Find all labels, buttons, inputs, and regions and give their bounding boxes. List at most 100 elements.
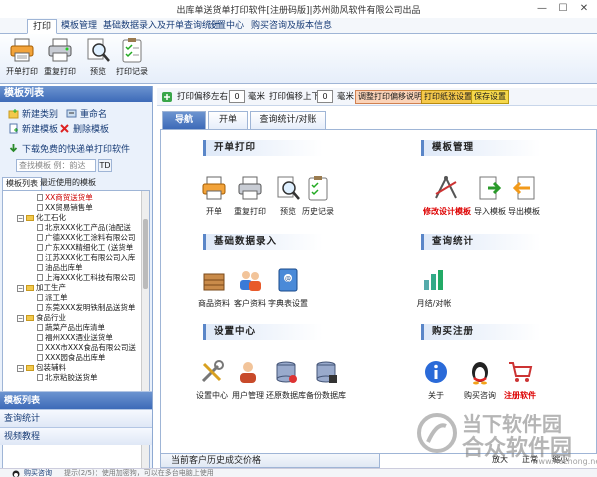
users-icon	[240, 271, 261, 291]
tree-node[interactable]: 上海XXX化工科技有限公司	[37, 273, 135, 282]
section-basic-data: 基础数据录入	[203, 234, 323, 250]
user-icon	[240, 362, 256, 383]
tree-node[interactable]: 广东XXX精细化工 (送货单	[37, 243, 133, 252]
rename-button[interactable]: 重命名	[66, 107, 107, 120]
unit-mm: 毫米	[248, 92, 266, 102]
menu-tab-template[interactable]: 模板管理	[56, 19, 102, 34]
section-purchase-register: 购买注册	[421, 324, 541, 340]
navigation-panel: 开单打印 开单 重复打印 预览 历史记录 模板管理 修改设计模板 导入模板 导出…	[160, 129, 597, 454]
tree-node[interactable]: XX贸易销售单	[37, 203, 93, 212]
folder-icon	[26, 215, 34, 221]
svg-text:@: @	[285, 276, 291, 283]
content-tabs: 导航 开单 查询统计/对账	[160, 111, 597, 129]
new-folder-icon	[8, 109, 19, 119]
tree-node[interactable]: 北京粘胶送货单	[37, 373, 98, 382]
collapse-icon[interactable]: −	[17, 215, 24, 222]
template-search-input[interactable]: 查找模板 例：韵达	[16, 159, 96, 172]
tree-node[interactable]: 福州XXX酒业送货单	[37, 333, 113, 342]
adjust-offset-help-button[interactable]: 调整打印偏移说明	[355, 90, 425, 104]
section-template-management: 模板管理	[421, 140, 541, 156]
title-bar: 出库单送货单打印软件[注册码版]|苏州勋风软件有限公司出品 — ☐ ✕	[0, 0, 597, 18]
ribbon-label: 打印记录	[116, 67, 148, 76]
nav-dictionary-button[interactable]: @ 字典表设置	[265, 266, 311, 309]
close-button[interactable]: ✕	[577, 2, 591, 15]
tree-folder[interactable]: − 食品行业	[17, 313, 66, 322]
maximize-button[interactable]: ☐	[556, 2, 570, 15]
nav-history-button[interactable]: 历史记录	[295, 174, 341, 217]
nav-export-template-button[interactable]: 导出模板	[501, 174, 547, 217]
window-title: 出库单送货单打印软件[注册码版]|苏州勋风软件有限公司出品	[176, 6, 421, 16]
section-query-stats[interactable]: 查询统计	[0, 409, 152, 427]
design-tools-icon	[435, 175, 457, 199]
ribbon-print-log-button[interactable]: 打印记录	[112, 36, 152, 82]
menu-tab-print[interactable]: 打印	[27, 19, 58, 34]
status-consult-link[interactable]: 购买咨询	[24, 469, 52, 477]
menu-tab-settings[interactable]: 设置中心	[203, 19, 249, 34]
offset-lr-input[interactable]: 0	[229, 90, 245, 103]
tree-node[interactable]: XXX市XXX食品有限公司送	[37, 343, 136, 352]
qq-penguin-icon	[472, 362, 488, 385]
tree-node[interactable]: 蔬菜产品出库清单	[37, 323, 105, 332]
download-link[interactable]: 下载免费的快递单打印软件	[8, 142, 130, 155]
ribbon-label: 重复打印	[44, 67, 76, 76]
folder-icon	[26, 315, 34, 321]
section-template-list[interactable]: 模板列表	[0, 391, 152, 409]
new-template-button[interactable]: 新建模板	[8, 122, 58, 135]
watermark-url: www.hezhong.net	[532, 457, 597, 466]
chart-icon	[424, 270, 443, 290]
tree-node[interactable]: 江苏XXX化工有限公司入库	[37, 253, 135, 262]
tab-navigation[interactable]: 导航	[162, 111, 206, 129]
section-query-statistics: 查询统计	[421, 234, 541, 250]
collapse-icon[interactable]: −	[17, 315, 24, 322]
nav-about-button[interactable]: 关于	[413, 358, 459, 401]
tab-issue[interactable]: 开单	[208, 111, 248, 129]
paper-settings-button[interactable]: 打印纸张设置	[421, 90, 475, 104]
document-icon	[37, 224, 43, 231]
ribbon-issue-print-button[interactable]: 开单打印	[2, 36, 42, 82]
tree-node[interactable]: XXX园食品出库单	[37, 353, 105, 362]
collapse-icon[interactable]: −	[17, 285, 24, 292]
new-category-button[interactable]: 新建类别	[8, 107, 58, 120]
nav-monthly-reconcile-button[interactable]: 月结/对帐	[411, 266, 457, 309]
printer-icon	[10, 38, 34, 62]
document-icon	[37, 374, 43, 381]
tab-query-reconcile[interactable]: 查询统计/对账	[250, 111, 326, 129]
save-settings-button[interactable]: 保存设置	[471, 90, 509, 104]
ribbon-label: 开单打印	[6, 67, 38, 76]
collapse-icon[interactable]: −	[17, 365, 24, 372]
offset-ud-input[interactable]: 0	[317, 90, 333, 103]
printer-icon	[202, 176, 226, 200]
magnifier-icon	[87, 38, 110, 62]
template-search-button[interactable]: TD	[98, 159, 112, 172]
section-video-tutorial[interactable]: 视频教程	[0, 427, 152, 445]
delete-template-button[interactable]: 删除模板	[59, 122, 109, 135]
tree-node[interactable]: 东莞XXX发明铁制品送货单	[37, 303, 135, 312]
reprint-icon	[238, 176, 262, 200]
tree-node[interactable]: 油品出库单	[37, 263, 83, 272]
menu-tab-purchase[interactable]: 购买咨询及版本信息	[246, 19, 337, 34]
nav-register-button[interactable]: 注册软件	[497, 358, 543, 401]
tree-folder[interactable]: − 化工石化	[17, 213, 66, 222]
tree-node[interactable]: 派工单	[37, 293, 68, 302]
document-icon	[37, 204, 43, 211]
tree-folder[interactable]: − 包装辅料	[17, 363, 66, 372]
scrollbar-thumb[interactable]	[143, 219, 148, 289]
tree-node[interactable]: XX商贸送货单	[37, 193, 93, 202]
document-icon	[37, 274, 43, 281]
tab-recent-templates[interactable]: 最近使用的模板	[37, 177, 99, 190]
document-icon	[37, 324, 43, 331]
tab-template-list[interactable]: 模板列表	[2, 177, 42, 190]
tree-node[interactable]: 广德XXX化工涂料有限公司	[37, 233, 135, 242]
clipboard-icon	[122, 38, 142, 63]
ribbon-reprint-button[interactable]: 重复打印	[40, 36, 80, 82]
offset-ud-label: 打印偏移上下	[269, 92, 321, 102]
info-icon	[425, 361, 447, 383]
nav-backup-db-button[interactable]: 备份数据库	[303, 358, 349, 401]
minimize-button[interactable]: —	[535, 2, 549, 15]
tree-node[interactable]: 北京XXX化工产品(油配送	[37, 223, 131, 232]
rename-icon	[66, 109, 77, 118]
shopping-cart-icon	[509, 362, 533, 382]
nav-edit-template-button[interactable]: 修改设计模板	[423, 174, 471, 217]
customer-history-price-tab[interactable]: 当前客户历史成交价格	[160, 454, 380, 468]
tree-folder[interactable]: − 加工生产	[17, 283, 66, 292]
